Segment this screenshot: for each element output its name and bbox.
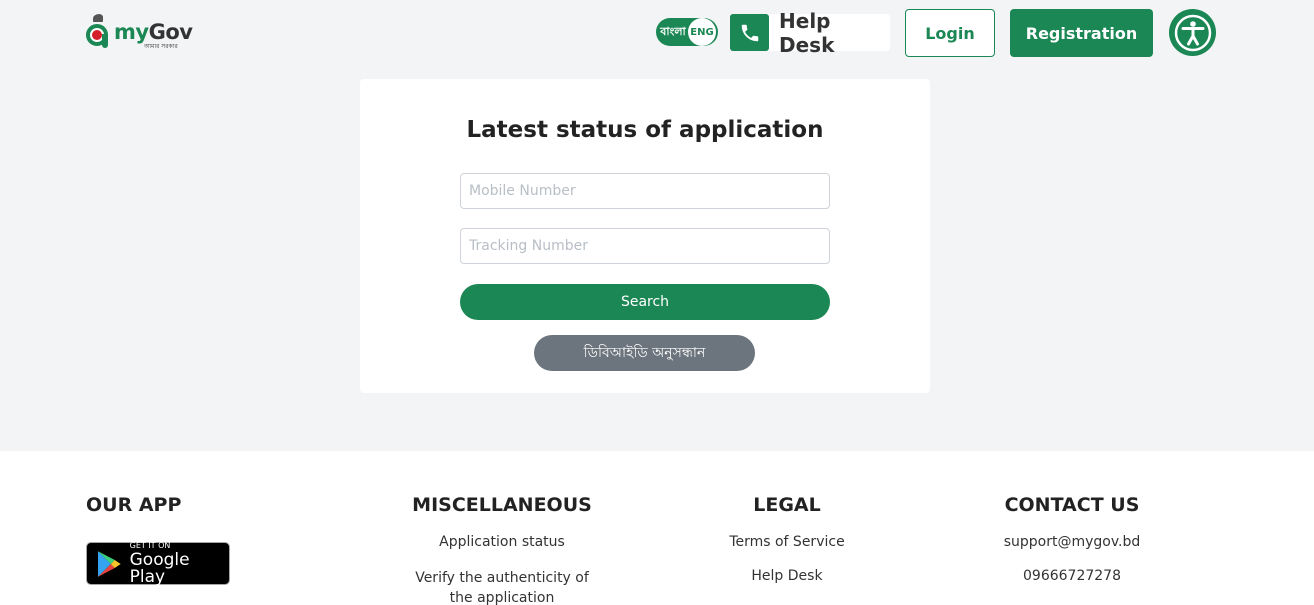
language-bangla[interactable]: বাংলা xyxy=(656,23,688,42)
page-title: Latest status of application xyxy=(466,117,824,143)
bird-icon xyxy=(93,14,103,22)
footer-heading-legal: LEGAL xyxy=(753,494,821,516)
logo-emblem-icon xyxy=(86,14,110,50)
google-play-icon xyxy=(97,550,121,577)
footer-miscellaneous: MISCELLANEOUS Application status Verify … xyxy=(382,494,622,605)
dbid-search-button[interactable]: ডিবিআইডি অনুসন্ধান xyxy=(534,335,755,371)
status-search-card: Latest status of application Search ডিবি… xyxy=(360,79,930,393)
registration-button[interactable]: Registration xyxy=(1010,9,1153,57)
logo-tagline: আমার সরকার xyxy=(144,43,178,50)
accessibility-icon xyxy=(1174,14,1211,51)
site-header: myGov আমার সরকার বাংলা ENG Help Desk Log… xyxy=(0,0,1314,66)
helpdesk-button[interactable]: Help Desk xyxy=(730,9,890,57)
language-toggle[interactable]: বাংলা ENG xyxy=(656,18,718,46)
google-play-badge[interactable]: GET IT ON Google Play xyxy=(86,541,230,585)
footer-contact: CONTACT US support@mygov.bd 09666727278 xyxy=(972,494,1172,584)
accessibility-button[interactable] xyxy=(1169,9,1216,56)
footer-our-app: OUR APP GET IT ON Google Play xyxy=(86,494,230,585)
search-button[interactable]: Search xyxy=(460,284,830,320)
footer-heading-contact: CONTACT US xyxy=(1004,494,1140,516)
footer-legal: LEGAL Terms of Service Help Desk xyxy=(687,494,887,584)
login-button[interactable]: Login xyxy=(905,9,995,57)
contact-email[interactable]: support@mygov.bd xyxy=(972,534,1172,550)
tracking-number-input[interactable] xyxy=(460,228,830,264)
footer-link-terms[interactable]: Terms of Service xyxy=(687,534,887,550)
language-english[interactable]: ENG xyxy=(688,18,716,46)
mygov-logo[interactable]: myGov আমার সরকার xyxy=(86,10,193,50)
site-footer: OUR APP GET IT ON Google Play MISCELLANE… xyxy=(0,451,1314,605)
footer-link-verify-authenticity[interactable]: Verify the authenticity of the applicati… xyxy=(382,568,622,605)
footer-heading-misc: MISCELLANEOUS xyxy=(412,494,592,516)
mobile-number-input[interactable] xyxy=(460,173,830,209)
footer-link-helpdesk[interactable]: Help Desk xyxy=(687,568,887,584)
contact-phone[interactable]: 09666727278 xyxy=(972,568,1172,584)
footer-link-application-status[interactable]: Application status xyxy=(382,534,622,550)
phone-icon xyxy=(730,14,770,51)
helpdesk-label: Help Desk xyxy=(779,8,835,57)
logo-wordmark: myGov xyxy=(114,20,193,44)
footer-heading-our-app: OUR APP xyxy=(86,494,182,516)
